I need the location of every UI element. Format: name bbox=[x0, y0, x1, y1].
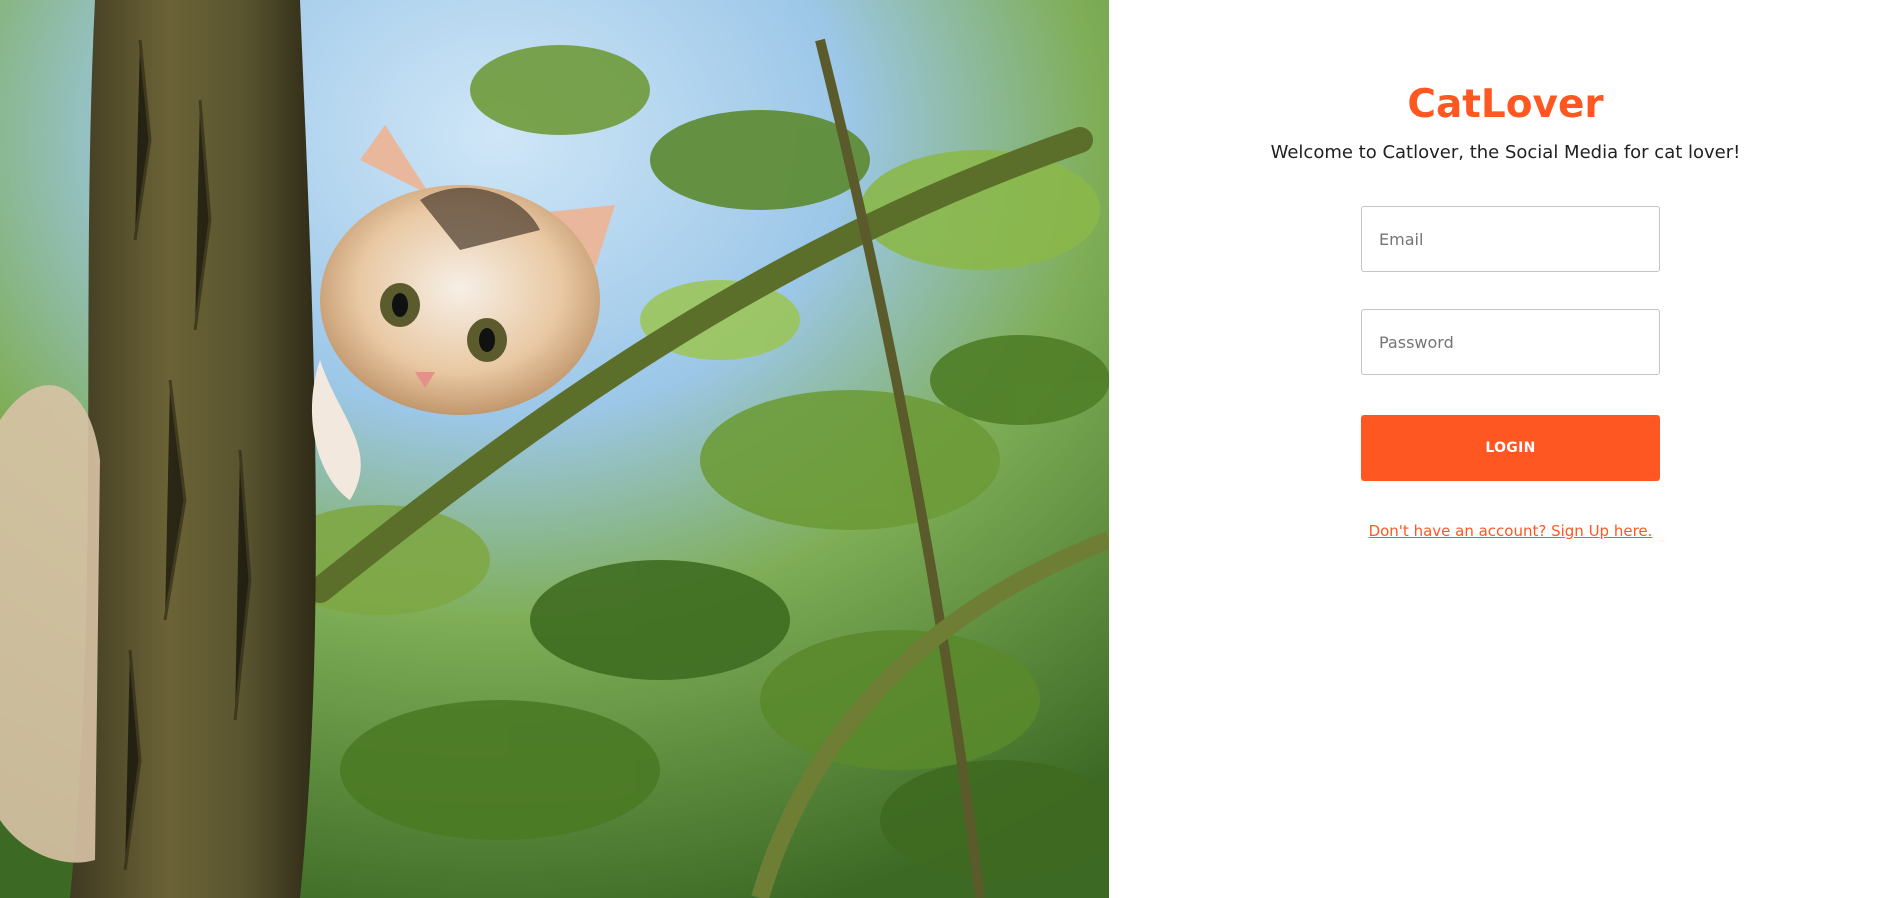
login-panel: CatLover Welcome to Catlover, the Social… bbox=[1109, 0, 1902, 898]
tagline: Welcome to Catlover, the Social Media fo… bbox=[1270, 142, 1741, 163]
password-input[interactable] bbox=[1361, 309, 1660, 375]
login-button[interactable]: LOGIN bbox=[1361, 415, 1660, 481]
kitten-photo bbox=[0, 0, 1109, 898]
email-input[interactable] bbox=[1361, 206, 1660, 272]
hero-image bbox=[0, 0, 1109, 898]
brand-title: CatLover bbox=[1407, 82, 1604, 127]
signup-link[interactable]: Don't have an account? Sign Up here. bbox=[1361, 522, 1660, 540]
